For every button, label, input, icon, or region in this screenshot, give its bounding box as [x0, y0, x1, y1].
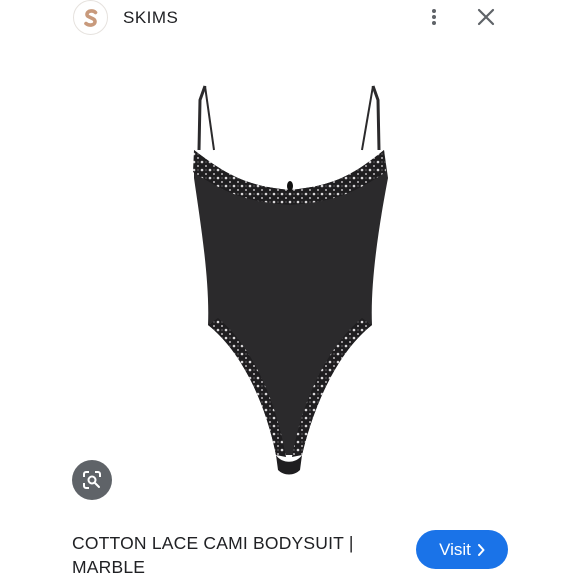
product-image[interactable] [180, 80, 400, 480]
bodysuit-image [193, 85, 388, 475]
site-name[interactable]: SKIMS [123, 8, 178, 28]
close-icon [477, 8, 495, 26]
more-vert-icon [432, 9, 436, 25]
product-title: COTTON LACE CAMI BODYSUIT | MARBLE [72, 533, 354, 577]
site-logo[interactable] [73, 0, 108, 35]
result-header: SKIMS [0, 0, 580, 36]
chevron-right-icon [477, 543, 485, 556]
lens-search-icon [83, 471, 101, 489]
more-options-button[interactable] [424, 6, 444, 28]
close-button[interactable] [474, 5, 498, 29]
visual-search-button[interactable] [72, 460, 112, 500]
visit-button-label: Visit [439, 539, 471, 559]
skims-logo-icon [83, 8, 97, 27]
visit-button[interactable]: Visit [416, 530, 508, 569]
